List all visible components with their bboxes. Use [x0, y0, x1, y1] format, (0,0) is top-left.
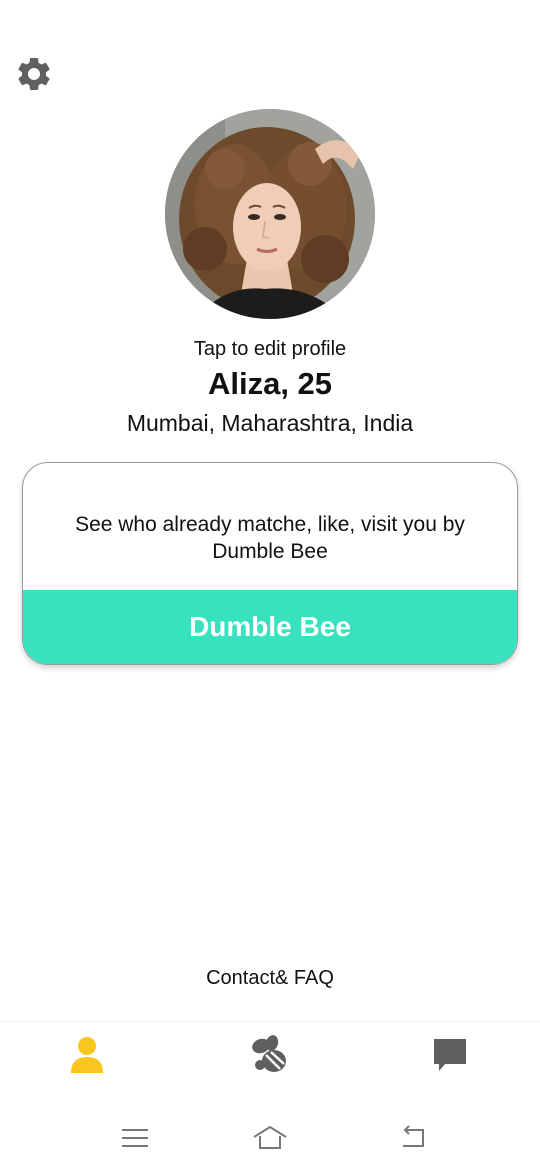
dumble-bee-button[interactable]: Dumble Bee	[23, 590, 517, 664]
menu-lines-icon	[121, 1127, 149, 1154]
edit-profile-hint[interactable]: Tap to edit profile	[0, 338, 540, 361]
nav-swipe-tab[interactable]	[240, 1030, 300, 1084]
profile-name-age: Aliza, 25	[207, 366, 333, 401]
person-icon	[69, 1035, 105, 1080]
gear-icon	[14, 54, 54, 99]
profile-location: Mumbai, Maharashtra, India	[126, 410, 414, 436]
system-back-button[interactable]	[392, 1122, 432, 1158]
bottom-nav	[0, 1021, 540, 1092]
system-home-button[interactable]	[250, 1122, 290, 1158]
nav-profile-tab[interactable]	[57, 1030, 117, 1084]
promo-card: See who already matche, like, visit you …	[22, 462, 518, 665]
system-menu-button[interactable]	[115, 1122, 155, 1158]
bee-icon	[250, 1034, 290, 1080]
chat-bubble-icon	[431, 1036, 469, 1079]
nav-chats-tab[interactable]	[420, 1030, 480, 1084]
home-icon	[252, 1124, 288, 1157]
contact-faq-link[interactable]: Contact& FAQ	[0, 967, 540, 990]
system-nav-bar	[0, 1110, 540, 1170]
profile-avatar[interactable]	[165, 109, 375, 319]
promo-text: See who already matche, like, visit you …	[75, 513, 465, 563]
back-arrow-icon	[397, 1124, 427, 1156]
settings-button[interactable]	[12, 54, 56, 98]
